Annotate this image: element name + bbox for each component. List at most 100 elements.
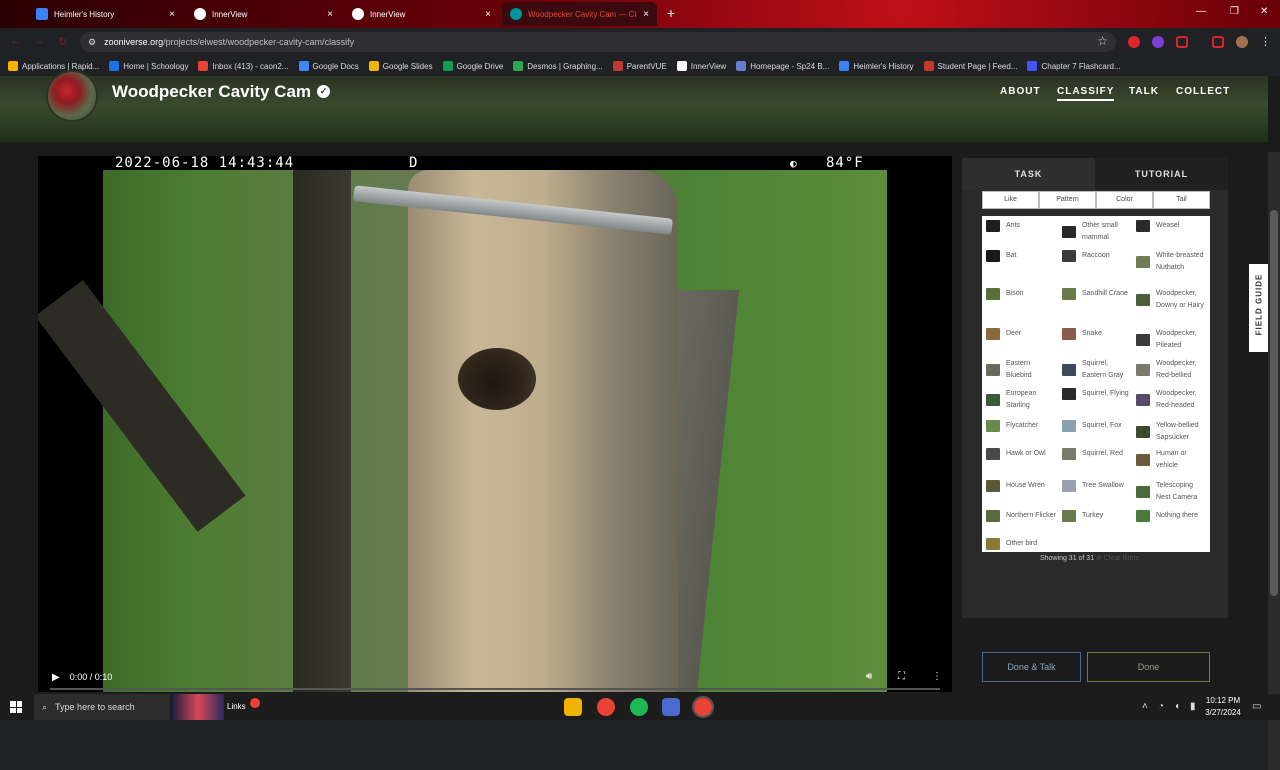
- search-highlight-image[interactable]: [172, 694, 224, 720]
- speaker-icon[interactable]: ◖: [1174, 701, 1180, 712]
- choice-item[interactable]: Squirrel, Fox: [1062, 420, 1132, 432]
- nav-talk[interactable]: TALK: [1129, 86, 1159, 97]
- tab-tutorial[interactable]: TUTORIAL: [1095, 158, 1228, 190]
- choice-item[interactable]: Tree Swallow: [1062, 480, 1132, 492]
- choice-item[interactable]: Squirrel, Red: [1062, 448, 1132, 460]
- network-icon[interactable]: ◔: [1158, 701, 1164, 712]
- close-tab-icon[interactable]: ×: [485, 9, 491, 20]
- choice-item[interactable]: Woodpecker, Downy or Hairy: [1136, 288, 1206, 312]
- choice-item[interactable]: Northern Flicker: [986, 510, 1056, 522]
- minimize-button[interactable]: —: [1196, 6, 1206, 17]
- windows-start-icon[interactable]: [10, 701, 22, 713]
- choice-item[interactable]: Ants: [986, 220, 1056, 232]
- nav-about[interactable]: ABOUT: [1000, 86, 1041, 97]
- links-toolbar[interactable]: Links: [227, 702, 246, 711]
- done-button[interactable]: Done: [1087, 652, 1210, 682]
- chrome-link-icon[interactable]: [250, 698, 260, 708]
- choice-item[interactable]: Other small mammal: [1062, 220, 1132, 244]
- choice-item[interactable]: Woodpecker, Red-headed: [1136, 388, 1206, 412]
- extension-icon[interactable]: [1152, 36, 1164, 48]
- new-tab-button[interactable]: +: [664, 6, 678, 20]
- bookmark-item[interactable]: Applications | Rapid...: [8, 61, 99, 71]
- more-options-icon[interactable]: ⋮: [932, 671, 942, 682]
- choice-item[interactable]: Flycatcher: [986, 420, 1056, 432]
- filter-color[interactable]: Color: [1096, 191, 1153, 209]
- browser-tab[interactable]: InnerView ×: [186, 2, 341, 26]
- browser-tab[interactable]: InnerView ×: [344, 2, 499, 26]
- site-info-icon[interactable]: ⚙: [88, 37, 96, 48]
- filter-tail[interactable]: Tail: [1153, 191, 1210, 209]
- close-tab-icon[interactable]: ×: [643, 9, 649, 20]
- scrollbar-thumb[interactable]: [1270, 210, 1278, 596]
- clear-filters-link[interactable]: ⊘ Clear filters: [1096, 555, 1139, 562]
- chrome-active-icon[interactable]: [692, 696, 714, 718]
- video-player[interactable]: 2022-06-18 14:43:44 D ◐ 84°F ▶ 0:00 / 0:…: [38, 156, 952, 692]
- bookmark-item[interactable]: Chapter 7 Flashcard...: [1027, 61, 1121, 71]
- choice-item[interactable]: Snake: [1062, 328, 1132, 340]
- choice-item[interactable]: Squirrel, Eastern Gray: [1062, 358, 1132, 382]
- url-field[interactable]: ⚙ zooniverse.org/projects/elwest/woodpec…: [80, 32, 1116, 52]
- choice-item[interactable]: White-breasted Nuthatch: [1136, 250, 1206, 274]
- browser-tab[interactable]: Heimler's History ×: [28, 2, 183, 26]
- bookmark-item[interactable]: Google Slides: [368, 61, 433, 71]
- choice-item[interactable]: Woodpecker, Pileated: [1136, 328, 1206, 352]
- bookmark-item[interactable]: Student Page | Feed...: [923, 61, 1017, 71]
- bookmark-item[interactable]: Desmos | Graphing...: [513, 61, 603, 71]
- choice-item[interactable]: Other bird: [986, 538, 1056, 550]
- choice-item[interactable]: Yellow-bellied Sapsucker: [1136, 420, 1206, 444]
- choice-item[interactable]: Human or vehicle: [1136, 448, 1206, 472]
- nav-collect[interactable]: COLLECT: [1176, 86, 1230, 97]
- choice-item[interactable]: House Wren: [986, 480, 1056, 492]
- back-icon[interactable]: ←: [10, 35, 21, 47]
- extensions-puzzle-icon[interactable]: [1176, 36, 1188, 48]
- choice-item[interactable]: Nothing there: [1136, 510, 1206, 522]
- bookmark-item[interactable]: Homepage - Sp24 B...: [736, 61, 829, 71]
- nav-classify[interactable]: CLASSIFY: [1057, 86, 1115, 101]
- choice-item[interactable]: Woodpecker, Red-bellied: [1136, 358, 1206, 382]
- page-scrollbar[interactable]: [1268, 152, 1280, 770]
- choice-item[interactable]: Raccoon: [1062, 250, 1132, 262]
- choice-item[interactable]: Bison: [986, 288, 1056, 300]
- close-tab-icon[interactable]: ×: [327, 9, 333, 20]
- bookmark-item[interactable]: InnerView: [676, 61, 726, 71]
- tab-task[interactable]: TASK: [962, 158, 1095, 190]
- bookmark-item[interactable]: Google Drive: [442, 61, 503, 71]
- bookmark-item[interactable]: Home | Schoology: [109, 61, 188, 71]
- choice-item[interactable]: Sandhill Crane: [1062, 288, 1132, 300]
- chrome-icon[interactable]: [597, 698, 615, 716]
- bookmark-item[interactable]: Heimler's History: [839, 61, 914, 71]
- browser-tab-active[interactable]: Woodpecker Cavity Cam — Cla ×: [502, 2, 657, 26]
- choice-item[interactable]: Bat: [986, 250, 1056, 262]
- microphone-icon[interactable]: ▮: [1190, 701, 1196, 712]
- reload-icon[interactable]: ↻: [58, 35, 67, 48]
- project-avatar[interactable]: [46, 70, 98, 122]
- video-progress-bar[interactable]: [50, 688, 940, 690]
- choice-item[interactable]: Turkey: [1062, 510, 1132, 522]
- bookmark-star-icon[interactable]: ☆: [1097, 34, 1108, 48]
- app-icon[interactable]: [662, 698, 680, 716]
- close-window-button[interactable]: ✕: [1260, 6, 1268, 17]
- choice-item[interactable]: European Starling: [986, 388, 1056, 412]
- restore-button[interactable]: ❐: [1230, 6, 1239, 17]
- choice-item[interactable]: Squirrel, Flying: [1062, 388, 1132, 400]
- taskbar-search[interactable]: ⌕ Type here to search: [34, 694, 170, 720]
- field-guide-tab[interactable]: FIELD GUIDE: [1249, 264, 1268, 352]
- play-icon[interactable]: ▶: [52, 672, 60, 683]
- menu-dots-icon[interactable]: ⋮: [1260, 35, 1271, 48]
- bookmark-item[interactable]: ParentVUE: [612, 61, 667, 71]
- volume-icon[interactable]: 🔊︎: [866, 671, 872, 682]
- bookmark-item[interactable]: Inbox (413) - caon2...: [198, 61, 289, 71]
- extension-icon[interactable]: [1128, 36, 1140, 48]
- profile-avatar[interactable]: [1236, 36, 1248, 48]
- filter-like[interactable]: Like: [982, 191, 1039, 209]
- forward-icon[interactable]: →: [34, 35, 45, 47]
- fullscreen-icon[interactable]: ⛶: [898, 671, 905, 682]
- notifications-icon[interactable]: ▭: [1252, 701, 1261, 712]
- system-clock[interactable]: 10:12 PM 3/27/2024: [1200, 695, 1246, 719]
- done-and-talk-button[interactable]: Done & Talk: [982, 652, 1081, 682]
- choice-item[interactable]: Hawk or Owl: [986, 448, 1056, 460]
- bookmark-item[interactable]: Google Docs: [298, 61, 359, 71]
- close-tab-icon[interactable]: ×: [169, 9, 175, 20]
- choice-item[interactable]: Telescoping Nest Camera: [1136, 480, 1206, 504]
- project-title[interactable]: Woodpecker Cavity Cam: [112, 82, 311, 102]
